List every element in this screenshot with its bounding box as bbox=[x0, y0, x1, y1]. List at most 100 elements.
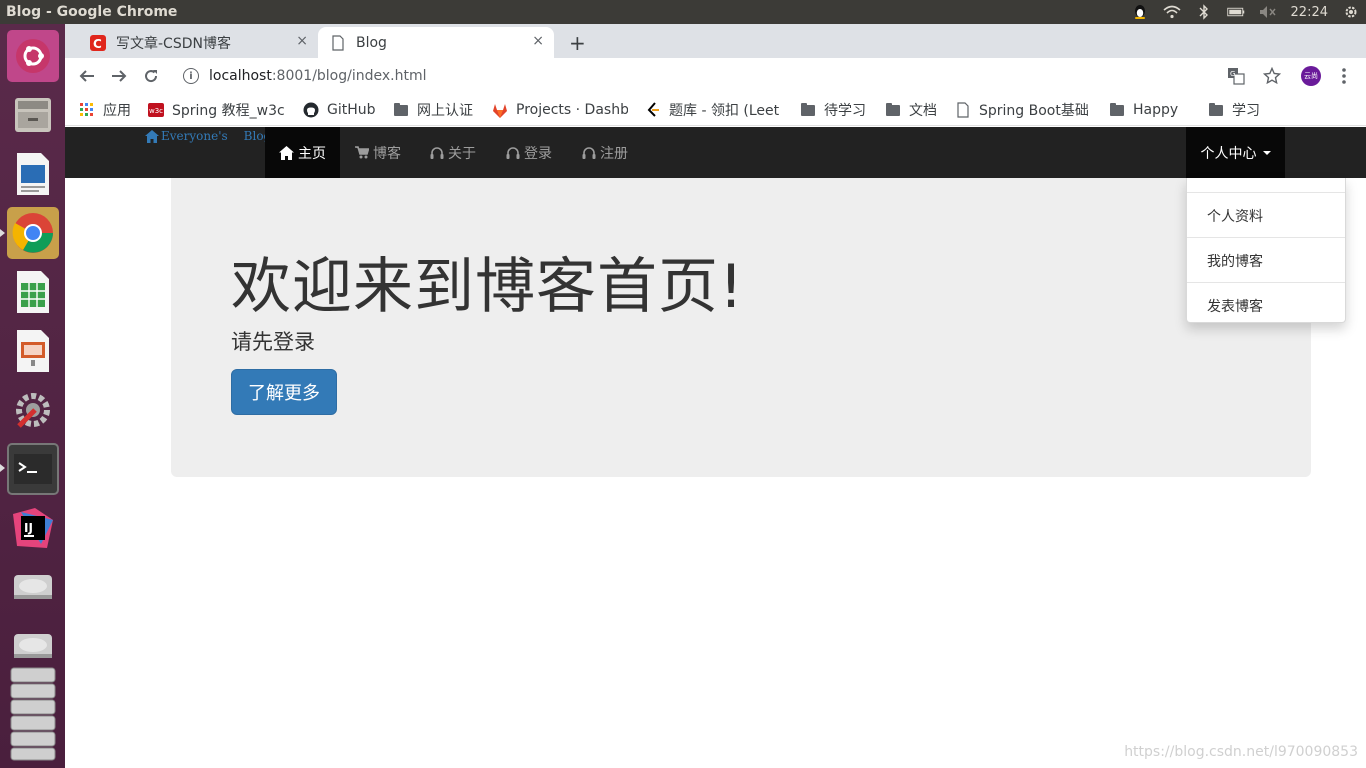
gitlab-icon bbox=[492, 102, 508, 118]
terminal-icon[interactable] bbox=[7, 443, 59, 495]
intellij-idea-icon[interactable]: IJ bbox=[7, 502, 59, 554]
nav-register[interactable]: 注册 bbox=[582, 127, 628, 178]
github-icon bbox=[303, 102, 319, 118]
svg-text:C: C bbox=[93, 37, 102, 51]
bookmark-star-icon[interactable] bbox=[1263, 67, 1281, 85]
settings-gear-icon[interactable] bbox=[1342, 4, 1360, 20]
nav-label: 博客 bbox=[373, 145, 401, 162]
bookmark-gitlab-projects[interactable]: Projects · Dashb bbox=[492, 100, 628, 120]
nav-login[interactable]: 登录 bbox=[506, 127, 552, 178]
bookmark-label: Projects · Dashb bbox=[516, 102, 628, 118]
bookmark-label: 待学习 bbox=[824, 103, 866, 119]
ubuntu-dash-icon[interactable] bbox=[7, 30, 59, 82]
welcome-heading: 欢迎来到博客首页! bbox=[231, 252, 745, 322]
impress-presentation-icon[interactable] bbox=[7, 325, 59, 377]
bookmark-spring-boot[interactable]: Spring Boot基础 bbox=[955, 100, 1093, 120]
bookmark-folder-happy[interactable]: Happy bbox=[1109, 100, 1178, 120]
running-indicator bbox=[0, 464, 5, 472]
svg-text:G: G bbox=[1230, 70, 1235, 78]
bookmark-folder-wangshang[interactable]: 网上认证 bbox=[393, 100, 473, 120]
nav-label: 注册 bbox=[600, 145, 628, 162]
web-page: Everyone's Blog 主页 博客 关于 登录 注册 个人中心 欢迎来到… bbox=[65, 127, 1366, 768]
bookmark-label: 文档 bbox=[909, 103, 937, 119]
volume-muted-icon[interactable] bbox=[1259, 4, 1277, 20]
csdn-icon: C bbox=[90, 34, 106, 51]
apps-grid-icon bbox=[79, 102, 95, 118]
page-icon bbox=[955, 102, 971, 118]
file-cabinet-icon[interactable] bbox=[7, 88, 59, 140]
drive-icon[interactable] bbox=[7, 561, 59, 613]
menu-kebab-icon[interactable] bbox=[1335, 67, 1353, 85]
tab-strip: C 写文章-CSDN博客 × Blog × + bbox=[65, 24, 1366, 58]
dropdown-label: 个人中心 bbox=[1200, 145, 1257, 162]
writer-document-icon[interactable] bbox=[7, 148, 59, 200]
bookmark-label: 网上认证 bbox=[417, 103, 473, 119]
nav-label: 关于 bbox=[448, 145, 476, 162]
url-path: :8001/blog/index.html bbox=[271, 68, 427, 84]
svg-text:w3c: w3c bbox=[149, 107, 163, 115]
new-tab-button[interactable]: + bbox=[569, 31, 586, 55]
folder-icon bbox=[885, 102, 901, 118]
menu-item-my-blog[interactable]: 我的博客 bbox=[1187, 238, 1345, 283]
headphones-icon bbox=[430, 147, 444, 159]
qq-penguin-icon[interactable] bbox=[1131, 4, 1149, 20]
w3c-icon: w3c bbox=[148, 102, 164, 118]
bookmark-label: Spring 教程_w3c bbox=[172, 103, 285, 119]
bluetooth-icon[interactable] bbox=[1195, 4, 1213, 20]
bookmark-label: 应用 bbox=[103, 103, 131, 119]
site-brand[interactable]: Everyone's Blog bbox=[145, 129, 271, 143]
chrome-icon[interactable] bbox=[7, 207, 59, 259]
back-arrow-icon[interactable] bbox=[77, 66, 97, 86]
site-navbar: Everyone's Blog 主页 博客 关于 登录 注册 个人中心 bbox=[65, 127, 1366, 178]
bookmarks-bar: 应用 w3c Spring 教程_w3c GitHub 网上认证 Project… bbox=[65, 94, 1366, 126]
nav-label: 主页 bbox=[298, 145, 326, 162]
wifi-icon[interactable] bbox=[1163, 4, 1181, 20]
clock[interactable]: 22:24 bbox=[1291, 5, 1328, 20]
stacked-drives-icon[interactable] bbox=[7, 664, 59, 764]
tab-label: 写文章-CSDN博客 bbox=[116, 35, 231, 52]
bookmark-folder-daixuexi[interactable]: 待学习 bbox=[800, 100, 866, 120]
nav-blog[interactable]: 博客 bbox=[355, 127, 401, 178]
home-icon bbox=[279, 145, 294, 160]
url-host: localhost bbox=[209, 68, 272, 84]
learn-more-button[interactable]: 了解更多 bbox=[231, 369, 337, 415]
info-icon[interactable]: i bbox=[183, 68, 199, 84]
folder-icon bbox=[1109, 102, 1125, 118]
system-settings-icon[interactable] bbox=[7, 384, 59, 436]
tab-label: Blog bbox=[356, 34, 387, 51]
address-bar[interactable]: i localhost:8001/blog/index.html bbox=[173, 62, 1253, 90]
home-icon bbox=[145, 129, 159, 143]
bookmark-github[interactable]: GitHub bbox=[303, 100, 376, 120]
profile-avatar[interactable]: 云尚 bbox=[1301, 66, 1321, 86]
folder-icon bbox=[800, 102, 816, 118]
leetcode-icon bbox=[645, 102, 661, 118]
battery-icon[interactable] bbox=[1226, 4, 1245, 20]
page-icon bbox=[330, 34, 346, 51]
reload-icon[interactable] bbox=[141, 66, 161, 86]
close-tab-icon[interactable]: × bbox=[296, 33, 308, 49]
tab-csdn[interactable]: C 写文章-CSDN博客 × bbox=[78, 27, 318, 58]
forward-arrow-icon[interactable] bbox=[109, 66, 129, 86]
bookmark-label: 学习 bbox=[1232, 103, 1260, 119]
nav-home[interactable]: 主页 bbox=[265, 127, 340, 178]
window-title: Blog - Google Chrome bbox=[6, 4, 178, 20]
folder-icon bbox=[1208, 102, 1224, 118]
bookmark-leetcode[interactable]: 题库 - 领扣 (Leet bbox=[645, 100, 785, 120]
login-prompt: 请先登录 bbox=[231, 330, 315, 354]
brand-text-1: Everyone's bbox=[161, 129, 228, 143]
close-tab-icon[interactable]: × bbox=[532, 33, 544, 49]
user-center-dropdown[interactable]: 个人中心 bbox=[1186, 127, 1285, 178]
bookmark-folder-xuexi[interactable]: 学习 bbox=[1208, 100, 1260, 120]
headphones-icon bbox=[506, 147, 520, 159]
bookmark-spring-w3c[interactable]: w3c Spring 教程_w3c bbox=[148, 100, 288, 120]
calc-spreadsheet-icon[interactable] bbox=[7, 266, 59, 318]
menu-item-publish-blog[interactable]: 发表博客 bbox=[1187, 283, 1345, 328]
menu-item-profile[interactable]: 个人资料 bbox=[1187, 193, 1345, 238]
nav-about[interactable]: 关于 bbox=[430, 127, 476, 178]
bookmark-label: Happy bbox=[1133, 102, 1179, 118]
bookmark-folder-wendang[interactable]: 文档 bbox=[885, 100, 937, 120]
tab-blog[interactable]: Blog × bbox=[318, 27, 554, 58]
bookmark-apps[interactable]: 应用 bbox=[79, 100, 131, 120]
nav-label: 登录 bbox=[524, 145, 552, 162]
translate-icon[interactable]: G bbox=[1227, 67, 1245, 85]
